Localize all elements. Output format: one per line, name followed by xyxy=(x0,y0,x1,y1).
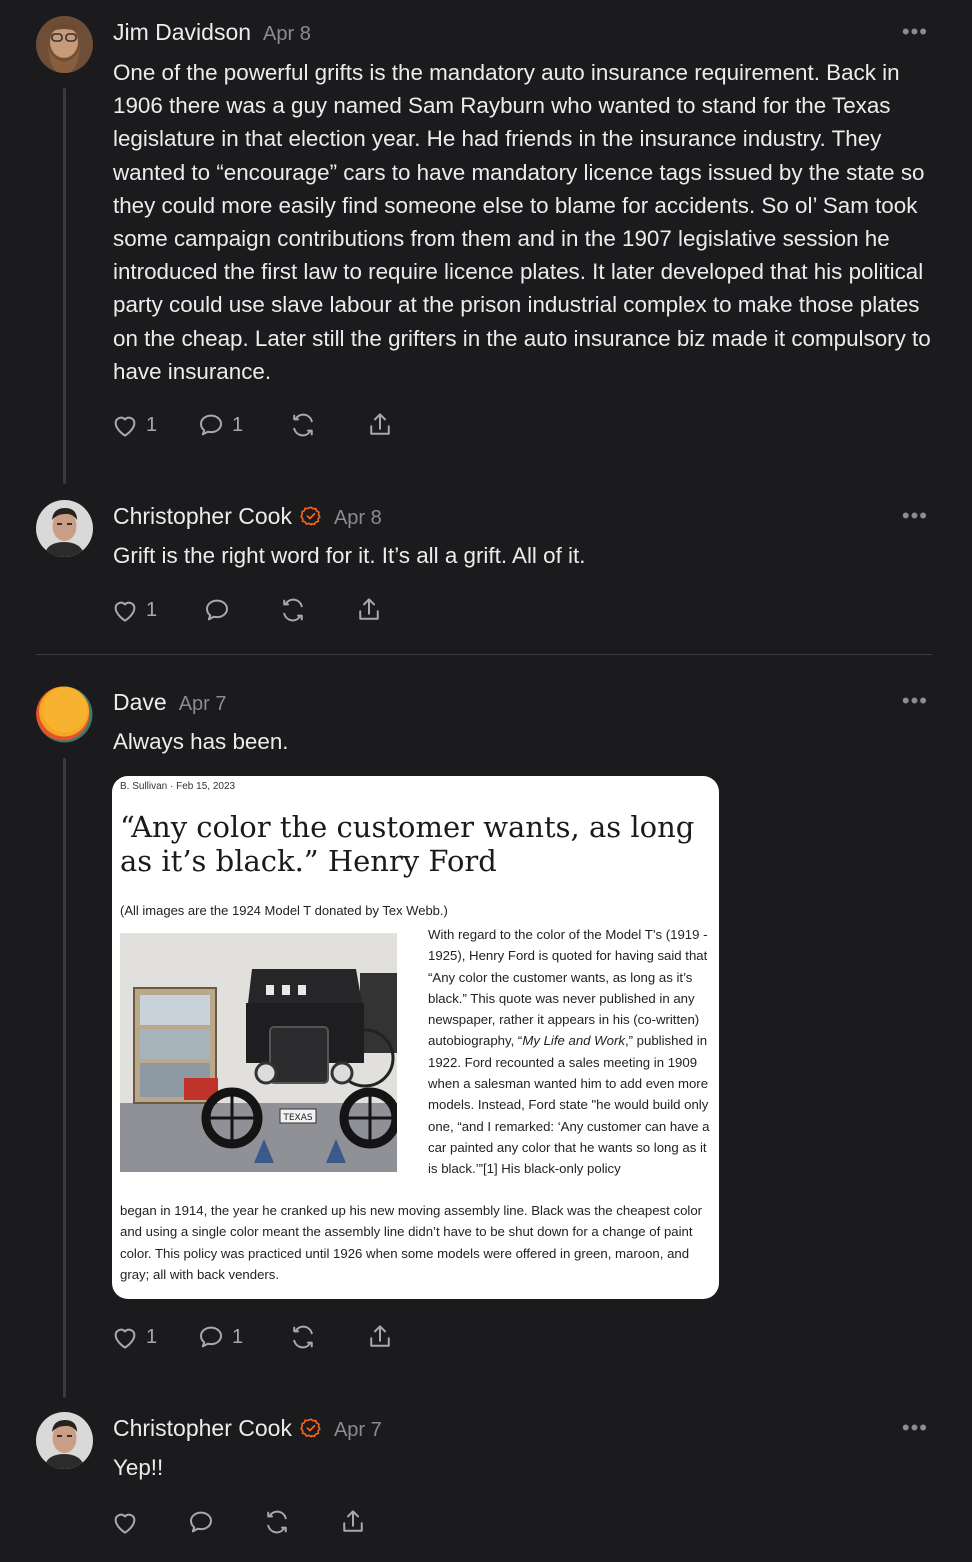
heart-icon xyxy=(110,595,140,625)
comment-header: Jim Davidson Apr 8 xyxy=(113,19,311,46)
like-button[interactable]: 1 xyxy=(110,410,196,440)
attachment-meta: B. Sullivan · Feb 15, 2023 xyxy=(120,781,236,792)
like-count: 1 xyxy=(146,1325,158,1348)
comment-header: Dave Apr 7 xyxy=(113,689,227,716)
model-t-photo: TEXAS xyxy=(120,933,397,1172)
comment-header: Christopher Cook Apr 7 xyxy=(113,1415,382,1445)
share-icon xyxy=(365,410,395,440)
attachment-caption: (All images are the 1924 Model T donated… xyxy=(120,903,448,918)
reply-button[interactable] xyxy=(186,1507,262,1537)
attachment-title: “Any color the customer wants, as long a… xyxy=(120,810,695,878)
author-name[interactable]: Christopher Cook xyxy=(113,1415,292,1441)
comment-date[interactable]: Apr 8 xyxy=(334,507,382,529)
like-count: 1 xyxy=(146,413,158,436)
comment-text: Grift is the right word for it. It’s all… xyxy=(113,543,586,568)
more-icon[interactable]: ••• xyxy=(902,690,928,712)
comment-date[interactable]: Apr 7 xyxy=(334,1419,382,1441)
comment-icon xyxy=(202,595,232,625)
verified-badge-icon xyxy=(300,1417,322,1445)
comment-text: Yep!! xyxy=(113,1455,164,1480)
divider xyxy=(36,654,932,655)
comment-icon xyxy=(196,410,226,440)
like-button[interactable] xyxy=(110,1507,186,1537)
restack-icon xyxy=(288,410,318,440)
heart-icon xyxy=(110,410,140,440)
restack-icon xyxy=(278,595,308,625)
image-attachment[interactable]: B. Sullivan · Feb 15, 2023 “Any color th… xyxy=(112,776,719,1299)
more-icon[interactable]: ••• xyxy=(902,21,928,43)
avatar[interactable] xyxy=(36,686,93,743)
share-icon xyxy=(365,1322,395,1352)
attachment-side-text: With regard to the color of the Model T’… xyxy=(428,924,713,1180)
attachment-side-text-2: ,” published in 1922. Ford recounted a s… xyxy=(428,1033,710,1177)
restack-button[interactable] xyxy=(288,1322,365,1352)
restack-button[interactable] xyxy=(262,1507,338,1537)
comment-actions: 1 1 xyxy=(110,1320,395,1354)
like-button[interactable]: 1 xyxy=(110,595,202,625)
comment-text: Always has been. xyxy=(113,729,289,754)
restack-button[interactable] xyxy=(288,410,365,440)
attachment-book-title: My Life and Work xyxy=(522,1033,625,1049)
reply-count: 1 xyxy=(232,413,244,436)
share-icon xyxy=(338,1507,368,1537)
author-name[interactable]: Dave xyxy=(113,689,167,715)
thread-line xyxy=(63,758,66,1398)
author-name[interactable]: Christopher Cook xyxy=(113,503,292,529)
comment-actions xyxy=(110,1505,368,1539)
verified-badge-icon xyxy=(300,505,322,533)
attachment-bottom-text: began in 1914, the year he cranked up hi… xyxy=(120,1203,703,1282)
share-icon xyxy=(354,595,384,625)
license-plate: TEXAS xyxy=(282,1113,313,1123)
share-button[interactable] xyxy=(365,410,395,440)
heart-icon xyxy=(110,1322,140,1352)
like-count: 1 xyxy=(146,598,158,621)
share-button[interactable] xyxy=(338,1507,368,1537)
comment-actions: 1 xyxy=(110,593,384,627)
heart-icon xyxy=(110,1507,140,1537)
reply-button[interactable] xyxy=(202,595,278,625)
more-icon[interactable]: ••• xyxy=(902,505,928,527)
more-icon[interactable]: ••• xyxy=(902,1417,928,1439)
avatar[interactable] xyxy=(36,16,93,73)
share-button[interactable] xyxy=(354,595,384,625)
thread-line xyxy=(63,88,66,484)
restack-icon xyxy=(262,1507,292,1537)
reply-count: 1 xyxy=(232,1325,244,1348)
comment-date[interactable]: Apr 7 xyxy=(179,693,227,715)
comment-header: Christopher Cook Apr 8 xyxy=(113,503,382,533)
comment-actions: 1 1 xyxy=(110,408,395,442)
avatar[interactable] xyxy=(36,500,93,557)
comment-icon xyxy=(196,1322,226,1352)
reply-button[interactable]: 1 xyxy=(196,1322,288,1352)
restack-button[interactable] xyxy=(278,595,354,625)
author-name[interactable]: Jim Davidson xyxy=(113,19,251,45)
share-button[interactable] xyxy=(365,1322,395,1352)
reply-button[interactable]: 1 xyxy=(196,410,288,440)
avatar[interactable] xyxy=(36,1412,93,1469)
attachment-side-text-1: With regard to the color of the Model T’… xyxy=(428,927,708,1049)
like-button[interactable]: 1 xyxy=(110,1322,196,1352)
restack-icon xyxy=(288,1322,318,1352)
comment-icon xyxy=(186,1507,216,1537)
comment-text: One of the powerful grifts is the mandat… xyxy=(113,60,931,384)
comment-date[interactable]: Apr 8 xyxy=(263,23,311,45)
